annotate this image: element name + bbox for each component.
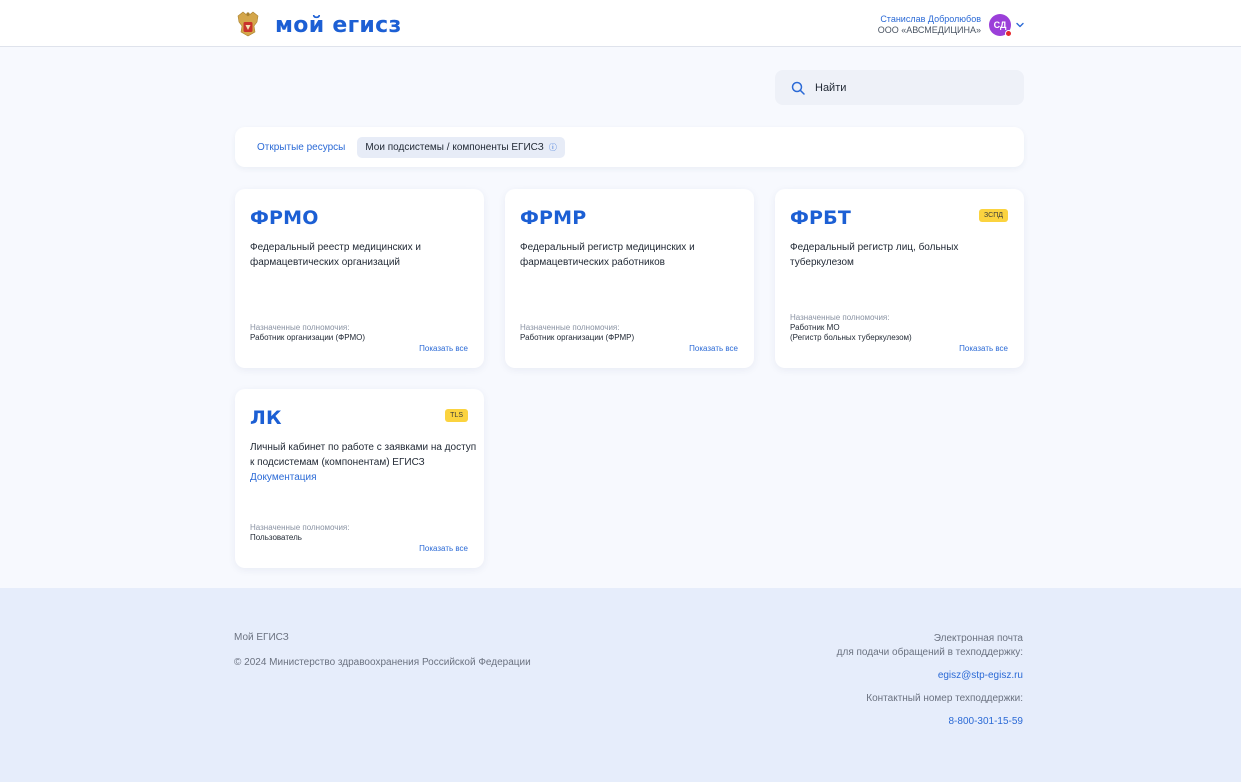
search-box[interactable] [775, 70, 1024, 105]
subsystem-card-frmr[interactable]: ФРМР Федеральный регистр медицинских и ф… [505, 189, 754, 368]
documentation-link[interactable]: Документация [250, 470, 469, 485]
info-icon[interactable]: ⓘ [549, 143, 557, 152]
tab-open-resources[interactable]: Открытые ресурсы [249, 137, 353, 158]
footer-left: Мой ЕГИСЗ © 2024 Министерство здравоохра… [234, 632, 531, 668]
permissions-label: Назначенные полномочия: [250, 523, 350, 532]
tab-label: Мои подсистемы / компоненты ЕГИСЗ [365, 141, 544, 153]
show-all-link[interactable]: Показать все [959, 344, 1008, 353]
card-description: Федеральный реестр медицинских и фармаце… [250, 242, 421, 268]
footer-copyright: © 2024 Министерство здравоохранения Росс… [234, 657, 531, 668]
card-title: ФРМО [250, 207, 319, 229]
card-title: ФРБТ [790, 207, 852, 229]
permissions-value: Работник организации (ФРМР) [520, 333, 635, 342]
card-title: ФРМР [520, 207, 587, 229]
permissions-label: Назначенные полномочия: [520, 323, 620, 332]
card-title: ЛК [250, 407, 282, 429]
card-permissions: Назначенные полномочия: Работник организ… [250, 323, 365, 343]
avatar-initials: СД [993, 20, 1007, 30]
support-phone-link[interactable]: 8-800-301-15-59 [837, 715, 1024, 729]
tab-my-subsystems[interactable]: Мои подсистемы / компоненты ЕГИСЗ ⓘ [357, 136, 565, 158]
user-name: Станислав Добролюбов [880, 14, 981, 24]
subsystem-card-lk[interactable]: ЛК TLS Личный кабинет по работе с заявка… [235, 389, 484, 568]
avatar[interactable]: СД [989, 14, 1012, 37]
search-icon [791, 81, 805, 95]
permissions-value: Пользователь [250, 533, 302, 542]
show-all-link[interactable]: Показать все [419, 344, 468, 353]
security-badge: TLS [445, 409, 468, 422]
email-label: Электронная почта [933, 633, 1023, 644]
search-input[interactable] [815, 81, 995, 94]
header: мой егисз Станислав Добролюбов ООО «АВСМ… [0, 0, 1241, 47]
permissions-label: Назначенные полномочия: [250, 323, 350, 332]
user-menu[interactable]: Станислав Добролюбов ООО «АВСМЕДИЦИНА» С… [878, 14, 1025, 37]
tabs-bar: Открытые ресурсы Мои подсистемы / компон… [235, 127, 1024, 167]
support-email-link[interactable]: egisz@stp-egisz.ru [837, 669, 1023, 683]
user-org: ООО «АВСМЕДИЦИНА» [877, 25, 981, 35]
security-badge: ЗСПД [979, 209, 1008, 222]
chevron-down-icon[interactable] [1015, 20, 1025, 30]
footer-brand: Мой ЕГИСЗ [234, 632, 289, 643]
footer: Мой ЕГИСЗ © 2024 Министерство здравоохра… [0, 588, 1241, 782]
logo-text: мой егисз [275, 12, 402, 38]
card-description: Личный кабинет по работе с заявками на д… [250, 442, 477, 468]
show-all-link[interactable]: Показать все [689, 344, 738, 353]
card-permissions: Назначенные полномочия: Пользователь [250, 523, 349, 543]
card-permissions: Назначенные полномочия: Работник МО (Рег… [790, 313, 912, 343]
card-permissions: Назначенные полномочия: Работник организ… [520, 323, 634, 343]
permissions-value-detail: (Регистр больных туберкулезом) [790, 333, 912, 342]
logo[interactable]: мой егисз [235, 10, 402, 40]
tab-label: Открытые ресурсы [257, 141, 346, 153]
phone-label: Контактный номер техподдержки: [866, 693, 1023, 704]
permissions-value: Работник МО [790, 323, 840, 332]
notification-dot [1005, 30, 1012, 37]
card-description: Федеральный регистр лиц, больных туберку… [790, 242, 959, 268]
coat-of-arms-icon [237, 11, 259, 37]
card-description: Федеральный регистр медицинских и фармац… [520, 242, 695, 268]
user-info: Станислав Добролюбов ООО «АВСМЕДИЦИНА» [878, 14, 981, 36]
permissions-label: Назначенные полномочия: [790, 313, 890, 322]
permissions-value: Работник организации (ФРМО) [250, 333, 366, 342]
subsystem-card-frmo[interactable]: ФРМО Федеральный реестр медицинских и фа… [235, 189, 484, 368]
email-label-2: для подачи обращений в техподдержку: [836, 647, 1023, 658]
show-all-link[interactable]: Показать все [419, 544, 468, 553]
footer-contacts: Электронная почта для подачи обращений в… [837, 632, 1023, 729]
subsystem-card-frbt[interactable]: ФРБТ ЗСПД Федеральный регистр лиц, больн… [775, 189, 1024, 368]
